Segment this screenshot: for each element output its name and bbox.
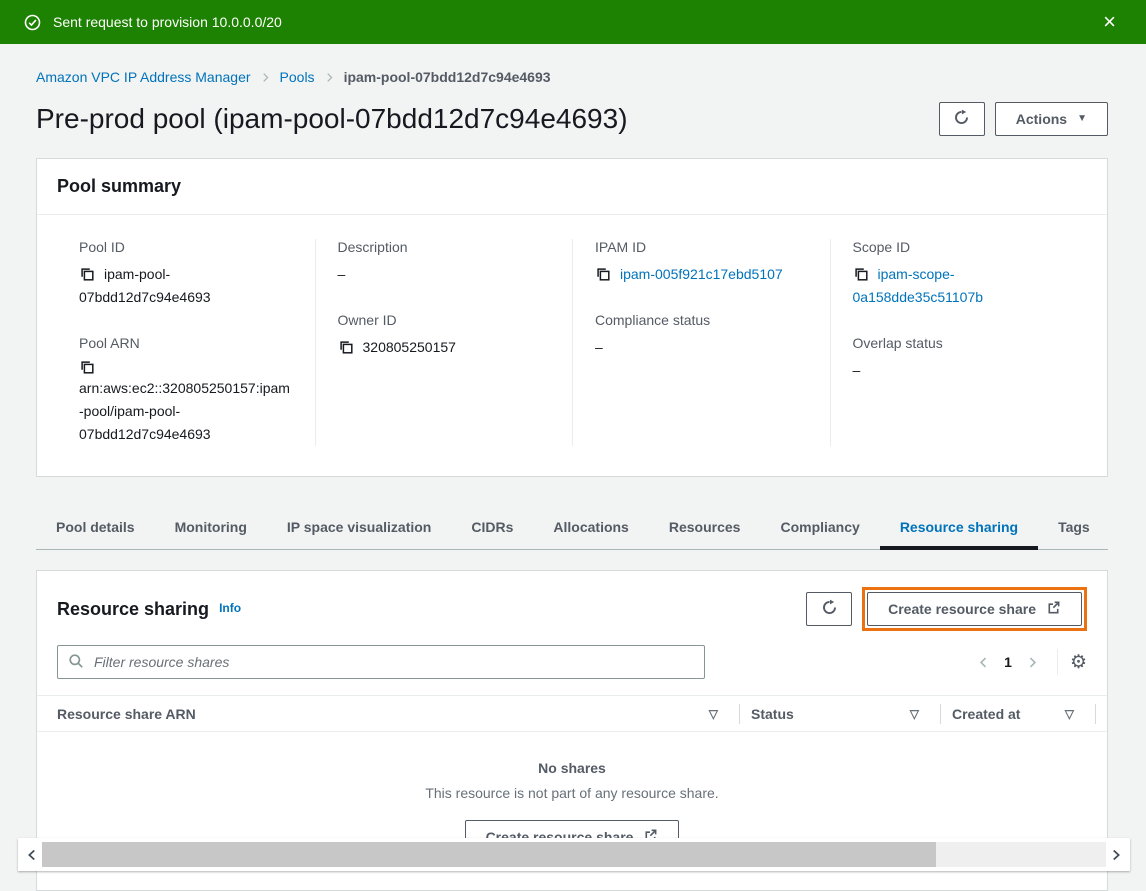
column-header-resource-share-arn[interactable]: Resource share ARN ▽ — [57, 706, 728, 722]
pagination: 1 ⚙ — [973, 649, 1087, 675]
scrollbar-thumb[interactable] — [42, 842, 936, 867]
scope-id-label: Scope ID — [853, 239, 1064, 255]
tab-resource-sharing[interactable]: Resource sharing — [880, 505, 1038, 549]
tab-allocations[interactable]: Allocations — [533, 505, 648, 549]
overlap-status-value: – — [853, 359, 1064, 382]
success-flashbar: Sent request to provision 10.0.0.0/20 × — [0, 0, 1146, 44]
flashbar-message: Sent request to provision 10.0.0.0/20 — [53, 14, 282, 30]
next-page-icon[interactable] — [1022, 652, 1043, 673]
resource-sharing-title: Resource sharing — [57, 599, 209, 620]
sort-icon[interactable]: ▽ — [1065, 707, 1074, 721]
pool-arn-label: Pool ARN — [79, 335, 291, 351]
create-resource-share-button[interactable]: Create resource share — [867, 592, 1082, 626]
breadcrumb-link-ipam[interactable]: Amazon VPC IP Address Manager — [36, 69, 251, 85]
actions-button[interactable]: Actions ▼ — [995, 102, 1108, 136]
copy-icon[interactable] — [595, 266, 611, 282]
filter-resource-shares-input[interactable] — [92, 653, 694, 671]
copy-icon[interactable] — [853, 266, 869, 282]
breadcrumb-separator-icon — [260, 72, 271, 83]
highlight-frame: Create resource share — [862, 587, 1087, 631]
tab-cidrs[interactable]: CIDRs — [451, 505, 533, 549]
ipam-id-link[interactable]: ipam-005f921c17ebd5107 — [620, 266, 783, 282]
pool-arn-value: arn:aws:ec2::320805250157:ipam-pool/ipam… — [79, 380, 290, 442]
search-icon — [68, 653, 84, 672]
breadcrumb-link-pools[interactable]: Pools — [280, 69, 315, 85]
empty-state-description: This resource is not part of any resourc… — [37, 785, 1107, 801]
info-link[interactable]: Info — [219, 601, 241, 615]
scroll-right-icon[interactable] — [1106, 849, 1126, 861]
scrollbar-track[interactable] — [42, 842, 1106, 867]
refresh-button[interactable] — [806, 592, 852, 626]
copy-icon[interactable] — [338, 339, 354, 355]
refresh-icon — [953, 109, 970, 129]
tab-monitoring[interactable]: Monitoring — [155, 505, 267, 549]
tab-compliancy[interactable]: Compliancy — [760, 505, 879, 549]
compliance-status-value: – — [595, 336, 806, 359]
description-label: Description — [338, 239, 549, 255]
summary-column-3: IPAM ID ipam-005f921c17ebd5107 Complianc… — [572, 239, 830, 446]
current-page-number[interactable]: 1 — [994, 654, 1022, 670]
close-icon[interactable]: × — [1097, 11, 1122, 33]
overlap-status-label: Overlap status — [853, 335, 1064, 351]
previous-page-icon[interactable] — [973, 652, 994, 673]
refresh-button[interactable] — [939, 102, 985, 136]
breadcrumb-current: ipam-pool-07bdd12d7c94e4693 — [344, 69, 551, 85]
filter-resource-shares-box — [57, 645, 705, 679]
pool-id-label: Pool ID — [79, 239, 291, 255]
owner-id-label: Owner ID — [338, 312, 549, 328]
column-divider — [940, 704, 941, 724]
scroll-left-icon[interactable] — [22, 849, 42, 861]
sort-icon[interactable]: ▽ — [910, 707, 919, 721]
chevron-down-icon: ▼ — [1077, 114, 1087, 124]
summary-column-2: Description – Owner ID 320805250157 — [315, 239, 573, 446]
refresh-icon — [821, 599, 838, 619]
summary-column-4: Scope ID ipam-scope-0a158dde35c51107b Ov… — [830, 239, 1088, 446]
breadcrumb: Amazon VPC IP Address Manager Pools ipam… — [36, 69, 1108, 85]
tab-tags[interactable]: Tags — [1038, 505, 1110, 549]
page-title: Pre-prod pool (ipam-pool-07bdd12d7c94e46… — [36, 103, 628, 135]
copy-icon[interactable] — [79, 359, 282, 375]
pool-tabs: Pool details Monitoring IP space visuali… — [36, 505, 1108, 550]
pool-summary-title: Pool summary — [57, 176, 181, 197]
column-divider — [739, 704, 740, 724]
tab-pool-details[interactable]: Pool details — [36, 505, 155, 549]
check-circle-icon — [24, 14, 41, 31]
sort-icon[interactable]: ▽ — [709, 707, 718, 721]
gear-icon[interactable]: ⚙ — [1070, 653, 1087, 672]
tab-ip-space-visualization[interactable]: IP space visualization — [267, 505, 451, 549]
compliance-status-label: Compliance status — [595, 312, 806, 328]
column-divider — [1095, 704, 1096, 724]
ipam-id-label: IPAM ID — [595, 239, 806, 255]
copy-icon[interactable] — [79, 266, 95, 282]
owner-id-value: 320805250157 — [363, 339, 456, 355]
external-link-icon — [1046, 600, 1061, 618]
table-header-row: Resource share ARN ▽ Status ▽ Created at… — [37, 695, 1107, 732]
tab-resources[interactable]: Resources — [649, 505, 761, 549]
pool-id-value: ipam-pool-07bdd12d7c94e4693 — [79, 266, 211, 305]
column-header-created-at[interactable]: Created at ▽ — [952, 706, 1084, 722]
description-value: – — [338, 263, 549, 286]
pool-summary-card: Pool summary Pool ID ipam-pool-07bdd12d7… — [36, 158, 1108, 477]
empty-state-title: No shares — [37, 760, 1107, 776]
scope-id-link[interactable]: ipam-scope-0a158dde35c51107b — [853, 266, 984, 305]
summary-column-1: Pool ID ipam-pool-07bdd12d7c94e4693 Pool… — [57, 239, 315, 446]
breadcrumb-separator-icon — [324, 72, 335, 83]
pagination-divider — [1057, 649, 1058, 675]
horizontal-scrollbar — [18, 838, 1130, 871]
column-header-status[interactable]: Status ▽ — [751, 706, 929, 722]
